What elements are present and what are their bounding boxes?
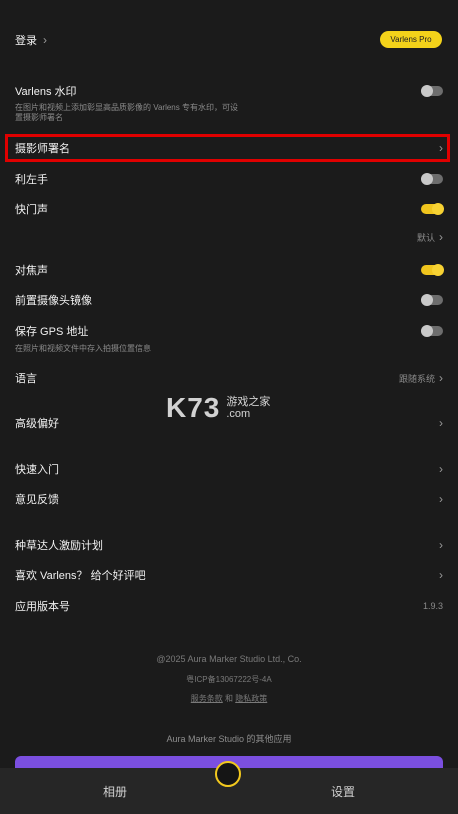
chevron-right-icon: ›	[43, 33, 47, 47]
shutter-sound-label: 快门声	[15, 204, 48, 216]
chevron-right-icon: ›	[439, 492, 443, 506]
toggle-knob	[432, 203, 444, 215]
version-label: 应用版本号	[15, 601, 70, 613]
gps-desc: 在照片和视频文件中存入拍摄位置信息	[15, 344, 151, 353]
language-label: 语言	[15, 373, 37, 385]
watermark-label: Varlens 水印	[15, 86, 77, 98]
focus-sound-label: 对焦声	[15, 265, 48, 277]
login-row[interactable]: 登录 ›	[15, 31, 443, 49]
version-row: 应用版本号 1.9.3	[15, 598, 443, 614]
quick-start-label: 快速入门	[15, 464, 59, 476]
tab-settings[interactable]: 设置	[288, 768, 398, 814]
front-mirror-label: 前置摄像头镜像	[15, 295, 92, 307]
advanced-label: 高级偏好	[15, 418, 59, 430]
feedback-label: 意见反馈	[15, 494, 59, 506]
and-text: 和	[225, 694, 233, 703]
chevron-right-icon: ›	[439, 568, 443, 582]
varlens-pro-badge[interactable]: Varlens Pro	[380, 31, 442, 48]
quick-start-row[interactable]: 快速入门 ›	[15, 461, 443, 477]
chevron-right-icon: ›	[439, 462, 443, 476]
copyright-text: @2025 Aura Marker Studio Ltd., Co.	[156, 654, 302, 664]
gps-label: 保存 GPS 地址	[15, 326, 89, 338]
toggle-knob	[421, 173, 433, 185]
chevron-right-icon: ›	[439, 416, 443, 430]
chevron-right-icon: ›	[439, 538, 443, 552]
watermark-row[interactable]: Varlens 水印	[15, 83, 443, 99]
shutter-sound-toggle[interactable]	[421, 203, 444, 215]
seed-plan-label: 种草达人激励计划	[15, 540, 103, 552]
default-label: 默认	[416, 232, 435, 243]
chevron-right-icon: ›	[439, 371, 443, 385]
toggle-knob	[421, 85, 433, 97]
focus-sound-toggle[interactable]	[421, 264, 444, 276]
advanced-row[interactable]: 高级偏好 ›	[15, 415, 443, 431]
icp-text: 粤ICP备13067222号-4A	[186, 675, 272, 684]
gps-toggle[interactable]	[421, 325, 443, 337]
legal-links: 服务条款 和 隐私政策	[0, 693, 458, 704]
focus-sound-row[interactable]: 对焦声	[15, 262, 444, 278]
left-hand-row[interactable]: 利左手	[15, 171, 443, 187]
front-mirror-row[interactable]: 前置摄像头镜像	[15, 292, 443, 308]
shutter-sound-row[interactable]: 快门声	[15, 201, 444, 217]
shutter-sound-default[interactable]: 默认 ›	[15, 230, 443, 244]
version-value: 1.9.3	[422, 601, 443, 611]
terms-link[interactable]: 服务条款	[191, 694, 223, 703]
privacy-link[interactable]: 隐私政策	[235, 694, 267, 703]
watermark-line1: 游戏之家	[226, 396, 271, 408]
gps-row[interactable]: 保存 GPS 地址	[15, 323, 443, 339]
toggle-knob	[421, 325, 433, 337]
watermark-desc: 在图片和视频上添加彰显高品质影像的 Varlens 专有水印，可设置摄影师署名	[15, 103, 238, 122]
login-label: 登录	[15, 35, 37, 47]
toggle-knob	[421, 294, 433, 306]
language-row[interactable]: 语言 跟随系统 ›	[15, 370, 443, 386]
language-value: 跟随系统	[398, 373, 435, 384]
camera-shutter-button[interactable]	[215, 761, 241, 787]
front-mirror-toggle[interactable]	[421, 294, 443, 306]
watermark-toggle[interactable]	[421, 85, 443, 97]
chevron-right-icon: ›	[439, 230, 443, 244]
other-apps-text: Aura Marker Studio 的其他应用	[166, 734, 292, 744]
highlight-box	[5, 134, 450, 162]
seed-plan-row[interactable]: 种草达人激励计划 ›	[15, 537, 443, 553]
left-hand-label: 利左手	[15, 174, 48, 186]
tab-album[interactable]: 相册	[60, 768, 170, 814]
rate-row[interactable]: 喜欢 Varlens？ 给个好评吧 ›	[15, 567, 443, 583]
toggle-knob	[432, 264, 444, 276]
left-hand-toggle[interactable]	[421, 173, 443, 185]
feedback-row[interactable]: 意见反馈 ›	[15, 491, 443, 507]
rate-label: 喜欢 Varlens？ 给个好评吧	[15, 570, 146, 582]
